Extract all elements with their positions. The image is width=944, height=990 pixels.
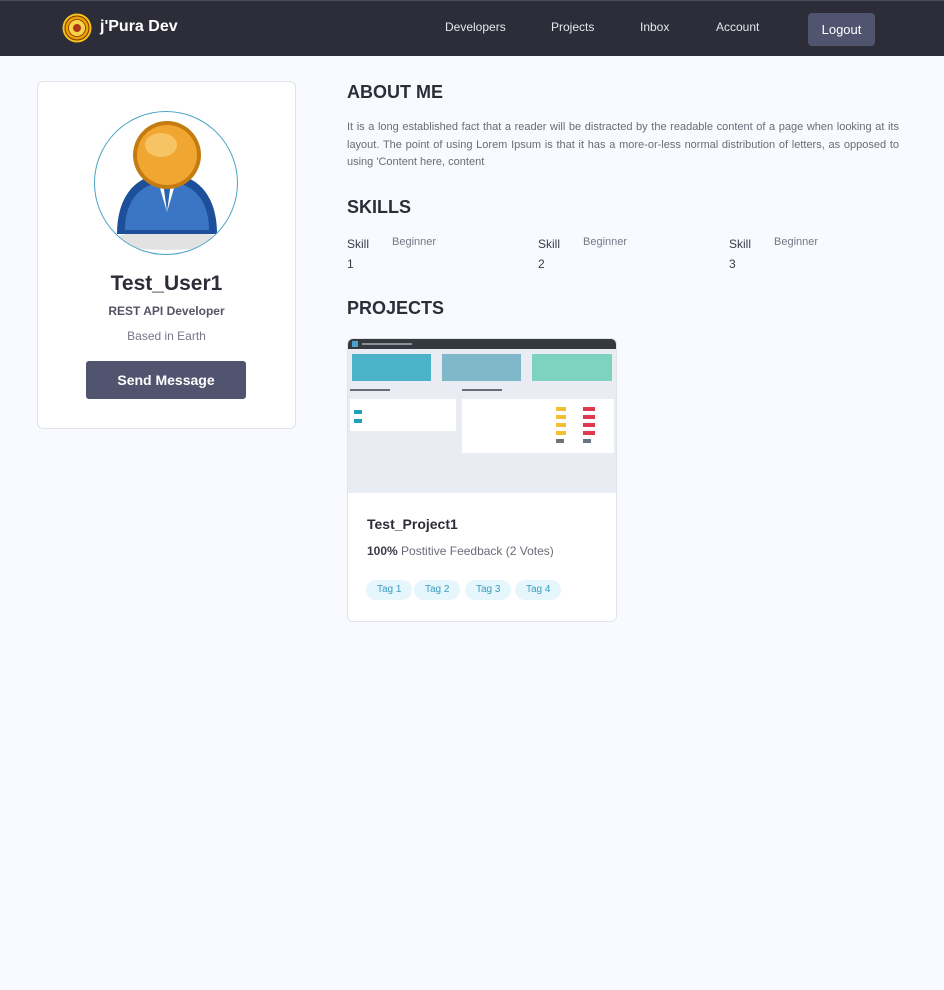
user-avatar-icon <box>115 121 219 250</box>
skill-item: Skill 1 Beginner <box>347 234 497 274</box>
brand-name[interactable]: j'Pura Dev <box>100 18 178 36</box>
skill-level: Beginner <box>774 236 819 248</box>
send-message-button[interactable]: Send Message <box>86 361 246 399</box>
university-seal-icon[interactable] <box>62 13 92 43</box>
skill-level: Beginner <box>392 236 437 248</box>
about-text: It is a long established fact that a rea… <box>347 121 899 168</box>
feedback-percent: 100% <box>367 544 398 558</box>
about-title: ABOUT ME <box>347 82 443 102</box>
project-card[interactable]: Test_Project1 100% Postitive Feedback (2… <box>347 338 617 622</box>
project-tag[interactable]: Tag 1 <box>366 580 413 600</box>
project-tag[interactable]: Tag 4 <box>515 580 562 600</box>
project-tag[interactable]: Tag 2 <box>414 580 461 600</box>
top-navbar: j'Pura Dev Developers Projects Inbox Acc… <box>0 0 944 56</box>
profile-card: Test_User1 REST API Developer Based in E… <box>37 81 296 429</box>
project-thumbnail[interactable] <box>348 339 616 493</box>
skill-name: Skill 1 <box>347 237 370 271</box>
logout-button[interactable]: Logout <box>808 13 875 46</box>
project-feedback: 100% Postitive Feedback (2 Votes) <box>367 544 554 558</box>
skill-level: Beginner <box>583 236 628 248</box>
project-title[interactable]: Test_Project1 <box>367 516 458 532</box>
avatar <box>94 111 238 255</box>
skills-title: SKILLS <box>347 197 412 217</box>
projects-title: PROJECTS <box>347 298 445 318</box>
skill-item: Skill 3 Beginner <box>729 234 879 274</box>
profile-name: Test_User1 <box>110 272 223 295</box>
feedback-text: Postitive Feedback (2 Votes) <box>401 544 554 558</box>
nav-account[interactable]: Account <box>716 20 759 34</box>
nav-projects[interactable]: Projects <box>551 20 594 34</box>
skill-name: Skill 2 <box>538 237 561 271</box>
skill-name: Skill 3 <box>729 237 752 271</box>
profile-role: REST API Developer <box>108 304 225 318</box>
project-tag[interactable]: Tag 3 <box>465 580 512 600</box>
nav-developers[interactable]: Developers <box>445 20 506 34</box>
nav-inbox[interactable]: Inbox <box>640 20 669 34</box>
profile-location: Based in Earth <box>127 329 206 343</box>
skill-item: Skill 2 Beginner <box>538 234 688 274</box>
